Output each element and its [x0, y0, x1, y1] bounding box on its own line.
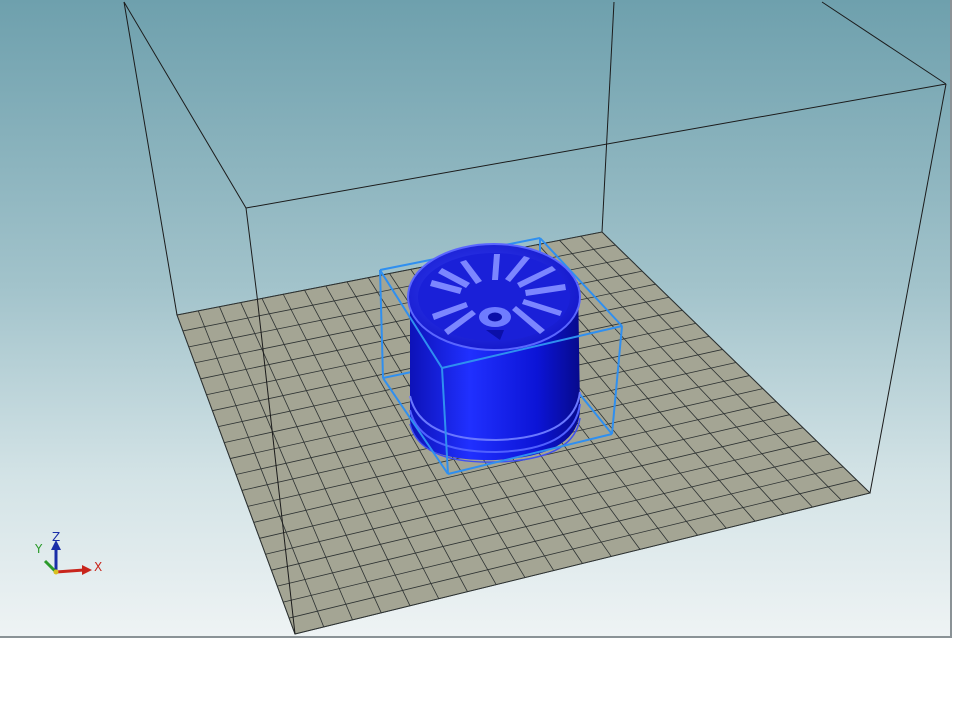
wheel-model[interactable] — [407, 243, 581, 463]
3d-viewport[interactable]: Z X Y — [0, 0, 952, 638]
z-axis-label: Z — [52, 530, 60, 544]
x-axis-arrowhead — [82, 565, 92, 575]
axes-origin — [53, 569, 59, 575]
x-axis-arrow — [55, 568, 85, 574]
y-axis-label: Y — [34, 542, 43, 556]
axes-indicator: Z X Y — [34, 530, 102, 575]
x-axis-label: X — [94, 560, 102, 574]
scene-canvas[interactable]: Z X Y — [0, 0, 950, 636]
